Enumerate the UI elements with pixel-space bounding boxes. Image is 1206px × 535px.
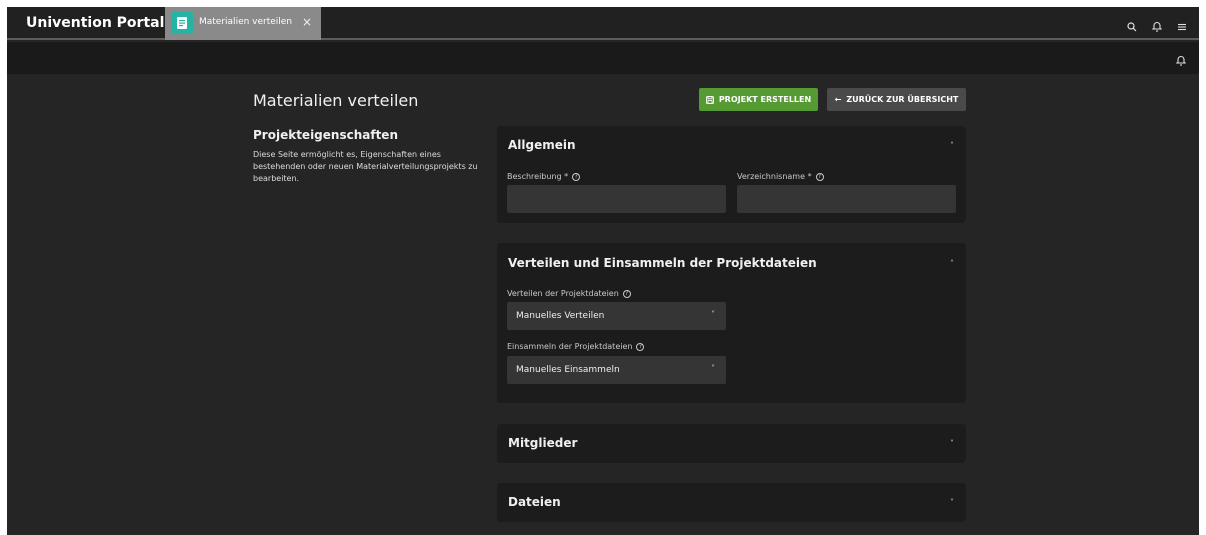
distribute-select[interactable]: Manuelles Verteilen ˅ — [507, 302, 726, 330]
save-icon — [705, 95, 714, 104]
document-icon — [171, 12, 193, 34]
bell-icon[interactable] — [1151, 17, 1163, 36]
notification-bar — [7, 42, 1199, 74]
chevron-up-icon[interactable]: ˄ — [950, 259, 954, 268]
back-to-overview-label: ZURÜCK ZUR ÜBERSICHT — [846, 95, 959, 104]
section-title: Mitglieder — [508, 436, 578, 450]
section-title: Allgemein — [508, 138, 576, 152]
properties-description: Diese Seite ermöglicht es, Eigenschaften… — [253, 150, 478, 183]
create-project-label: PROJEKT ERSTELLEN — [718, 95, 812, 104]
collect-label: Einsammeln der Projektdateien ? — [507, 342, 645, 351]
help-icon[interactable]: ? — [572, 172, 581, 181]
menu-icon[interactable] — [1177, 17, 1187, 36]
page-title: Materialien verteilen — [253, 91, 419, 110]
back-to-overview-button[interactable]: ← ZURÜCK ZUR ÜBERSICHT — [827, 88, 966, 111]
chevron-down-icon[interactable]: ˅ — [950, 439, 954, 448]
properties-heading: Projekteigenschaften — [253, 128, 398, 142]
portal-title[interactable]: Univention Portal — [26, 15, 164, 31]
tab-materialien-verteilen[interactable]: Materialien verteilen × — [165, 7, 321, 40]
help-icon[interactable]: ? — [622, 289, 631, 298]
distribute-value: Manuelles Verteilen — [516, 311, 605, 321]
bell-icon[interactable] — [1175, 51, 1187, 70]
help-icon[interactable]: ? — [815, 172, 824, 181]
section-title: Dateien — [508, 495, 561, 509]
app-window: Univention Portal Materialien verteilen … — [7, 7, 1199, 535]
chevron-up-icon[interactable]: ˄ — [950, 141, 954, 150]
tab-label: Materialien verteilen — [199, 17, 293, 27]
chevron-down-icon[interactable]: ˅ — [950, 498, 954, 507]
dirname-label: Verzeichnisname * ? — [737, 172, 824, 181]
top-bar: Univention Portal Materialien verteilen … — [7, 7, 1199, 40]
description-input[interactable] — [507, 185, 726, 213]
chevron-down-icon: ˅ — [711, 364, 715, 373]
description-label: Beschreibung * ? — [507, 172, 581, 181]
close-icon[interactable]: × — [302, 15, 312, 29]
create-project-button[interactable]: PROJEKT ERSTELLEN — [699, 88, 818, 111]
section-distribution: Verteilen und Einsammeln der Projektdate… — [497, 243, 966, 403]
distribute-label: Verteilen der Projektdateien ? — [507, 289, 631, 298]
chevron-down-icon: ˅ — [711, 310, 715, 319]
help-icon[interactable]: ? — [636, 342, 645, 351]
collect-value: Manuelles Einsammeln — [516, 365, 620, 375]
collect-select[interactable]: Manuelles Einsammeln ˅ — [507, 356, 726, 384]
arrow-left-icon: ← — [834, 95, 842, 104]
section-title: Verteilen und Einsammeln der Projektdate… — [508, 256, 817, 270]
section-allgemein: Allgemein ˄ Beschreibung * ? Verzeichnis… — [497, 126, 966, 223]
dirname-input[interactable] — [737, 185, 956, 213]
section-members[interactable]: Mitglieder ˅ — [497, 424, 966, 463]
search-icon[interactable] — [1127, 17, 1137, 36]
section-files[interactable]: Dateien ˅ — [497, 483, 966, 522]
